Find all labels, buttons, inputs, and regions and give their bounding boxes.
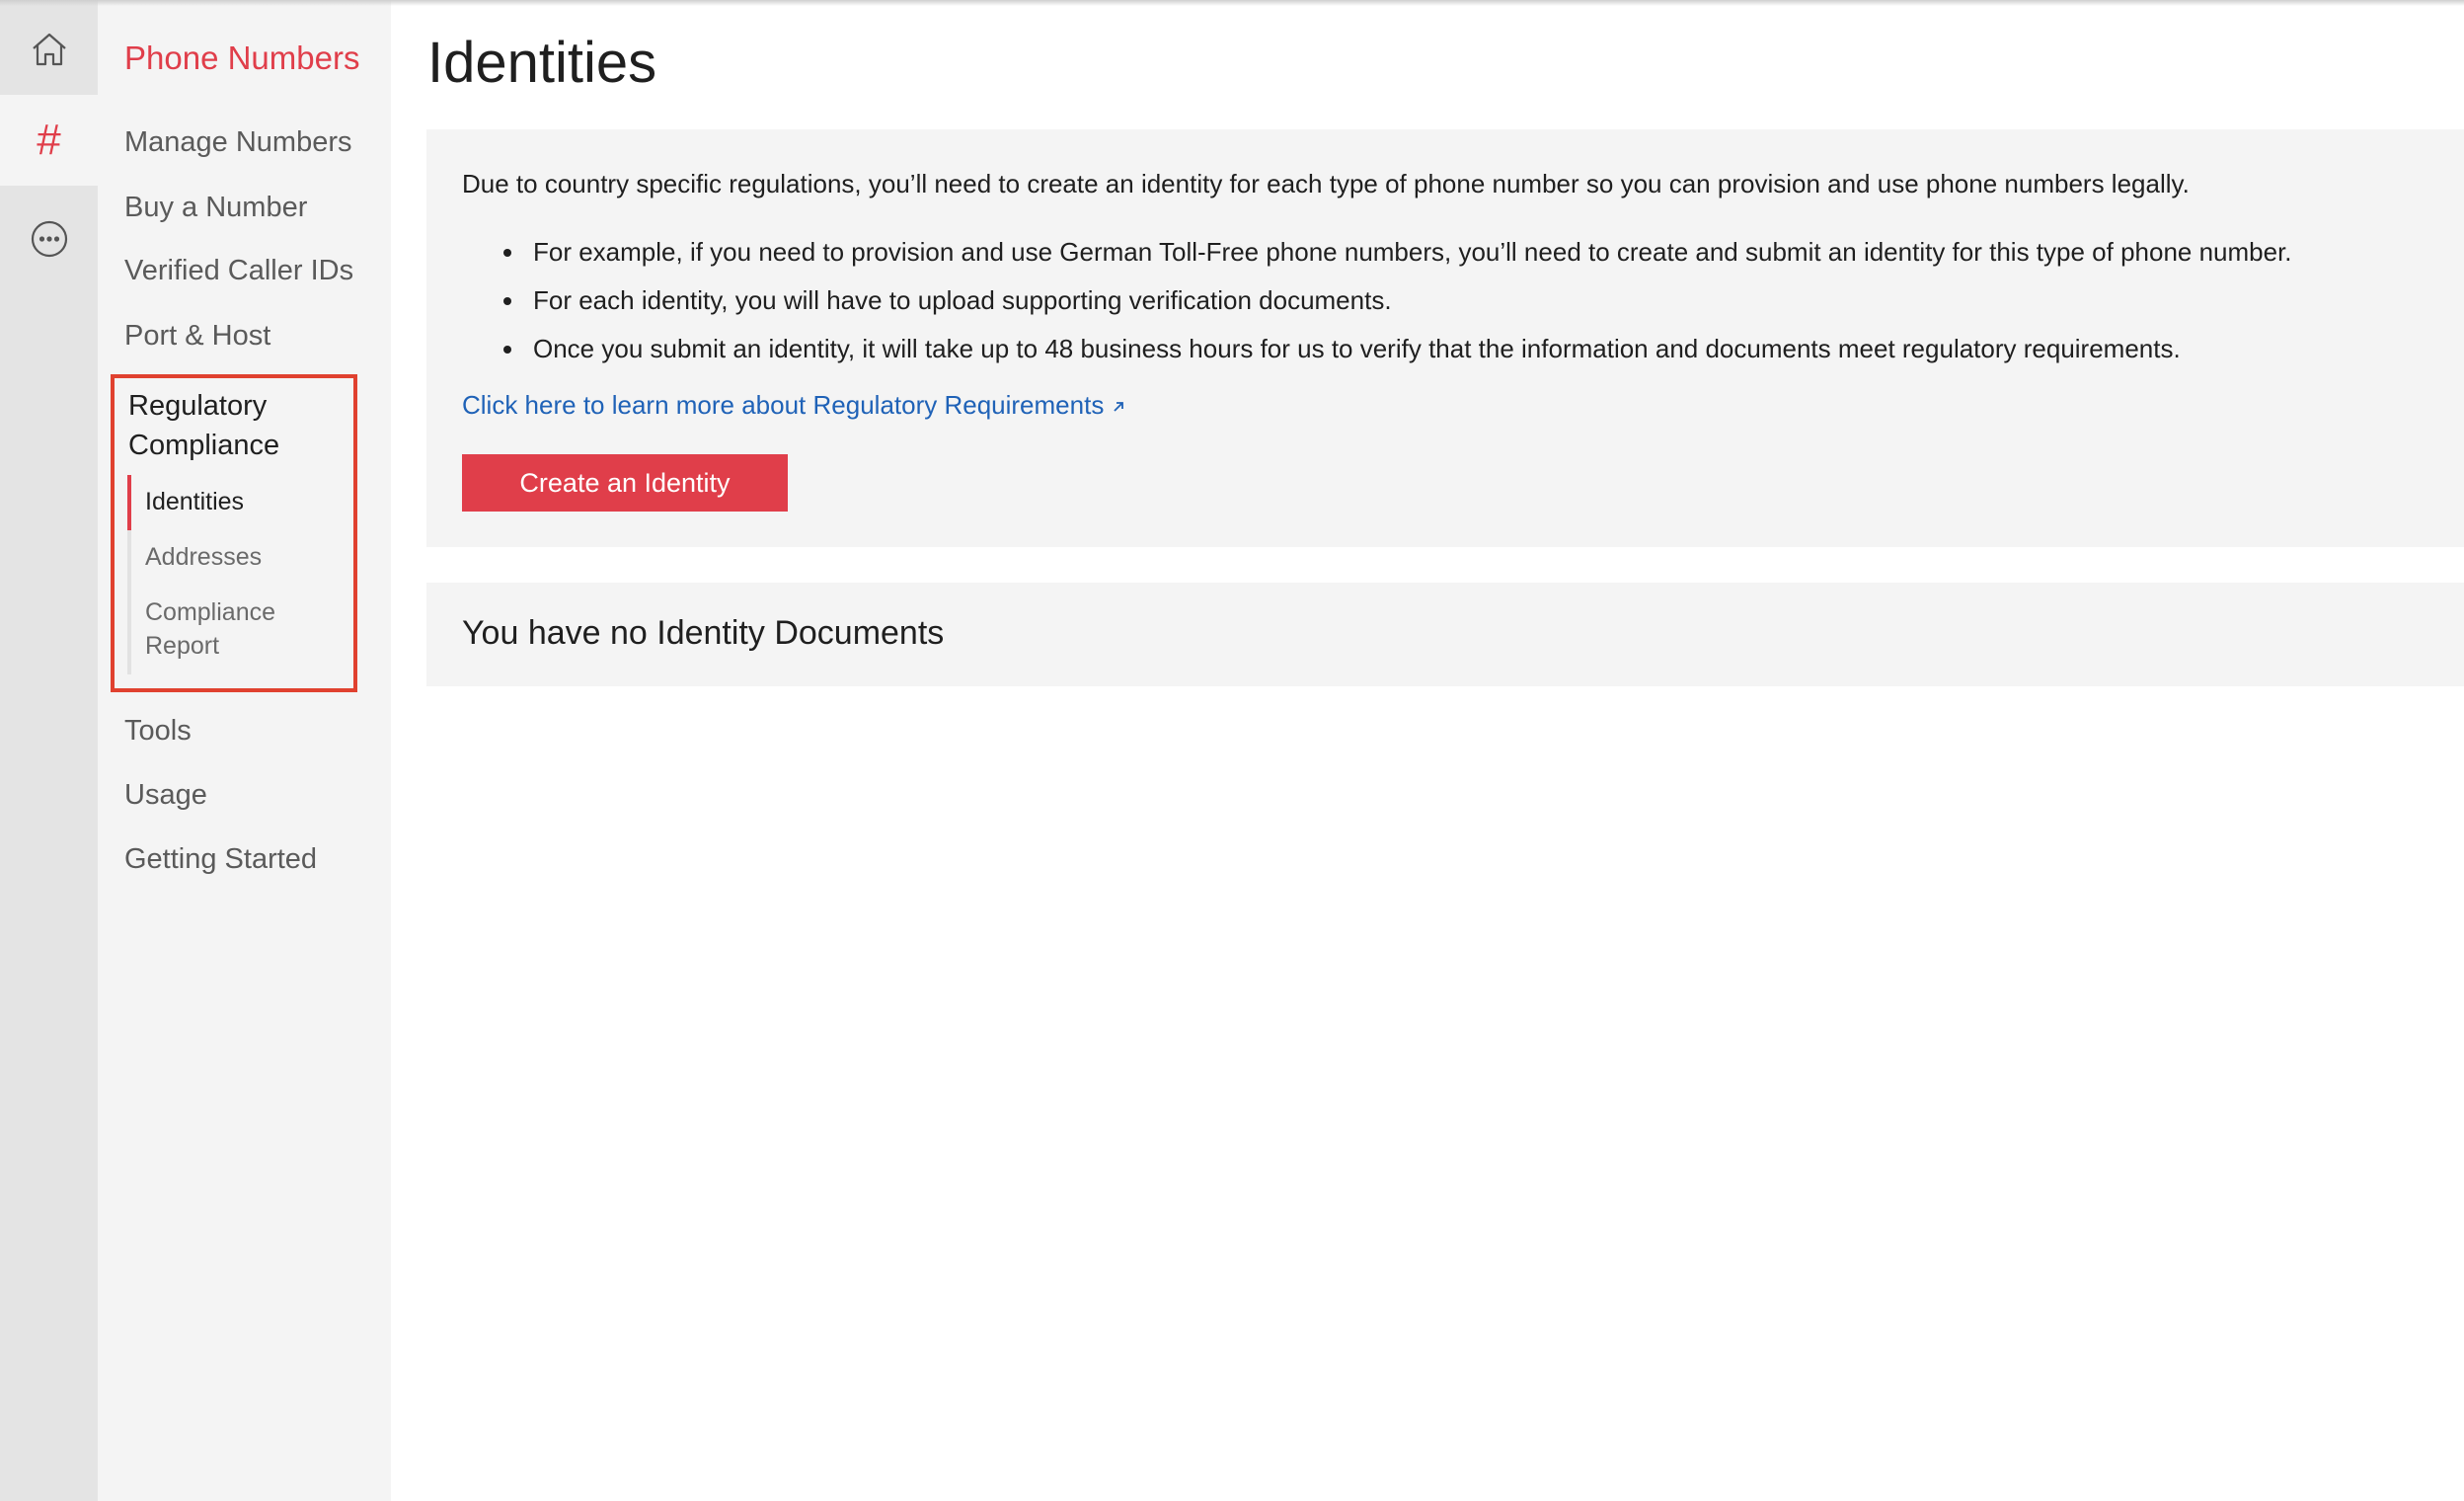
regulatory-compliance-group: Regulatory Compliance Identities Address… [111, 374, 357, 692]
requirements-list: For example, if you need to provision an… [462, 228, 2292, 373]
sidebar-item-verified-caller-ids[interactable]: Verified Caller IDs [124, 255, 353, 287]
more-icon [31, 220, 67, 258]
page-title: Identities [427, 31, 657, 95]
create-identity-button[interactable]: Create an Identity [462, 454, 788, 512]
sidebar: Phone Numbers Manage Numbers Buy a Numbe… [98, 0, 391, 1501]
external-link-icon [1114, 402, 1124, 412]
rail-more[interactable] [0, 194, 98, 284]
sidebar-item-buy-a-number[interactable]: Buy a Number [124, 192, 307, 224]
icon-rail: # [0, 0, 98, 1501]
main-content: Identities Due to country specific regul… [391, 0, 2464, 1501]
learn-more-link-text: Click here to learn more about Regulator… [462, 390, 1105, 420]
sidebar-subitem-identities[interactable]: Identities [145, 485, 244, 518]
info-panel: Due to country specific regulations, you… [426, 129, 2464, 547]
sidebar-subitem-addresses[interactable]: Addresses [145, 540, 262, 574]
list-item: Once you submit an identity, it will tak… [462, 325, 2292, 373]
home-icon [32, 33, 66, 66]
sidebar-item-regulatory-compliance[interactable]: Regulatory Compliance [128, 386, 346, 465]
rail-home[interactable] [0, 4, 98, 95]
top-shadow [0, 0, 2464, 6]
rail-phone-numbers[interactable]: # [0, 95, 98, 186]
sidebar-item-port-and-host[interactable]: Port & Host [124, 320, 270, 353]
sidebar-item-getting-started[interactable]: Getting Started [124, 843, 317, 876]
sidebar-title[interactable]: Phone Numbers [124, 40, 359, 77]
sidebar-item-manage-numbers[interactable]: Manage Numbers [124, 126, 352, 159]
list-item: For example, if you need to provision an… [462, 228, 2292, 276]
sidebar-subitem-compliance-report[interactable]: Compliance Report [145, 595, 343, 663]
learn-more-link[interactable]: Click here to learn more about Regulator… [462, 390, 1125, 421]
sidebar-item-usage[interactable]: Usage [124, 779, 207, 812]
list-item: For each identity, you will have to uplo… [462, 276, 2292, 325]
sidebar-item-tools[interactable]: Tools [124, 715, 192, 748]
empty-state-message: You have no Identity Documents [462, 614, 945, 652]
intro-text: Due to country specific regulations, you… [462, 169, 2190, 198]
subnav-active-indicator [127, 475, 131, 530]
empty-state-panel: You have no Identity Documents [426, 583, 2464, 686]
hash-icon: # [37, 116, 61, 164]
